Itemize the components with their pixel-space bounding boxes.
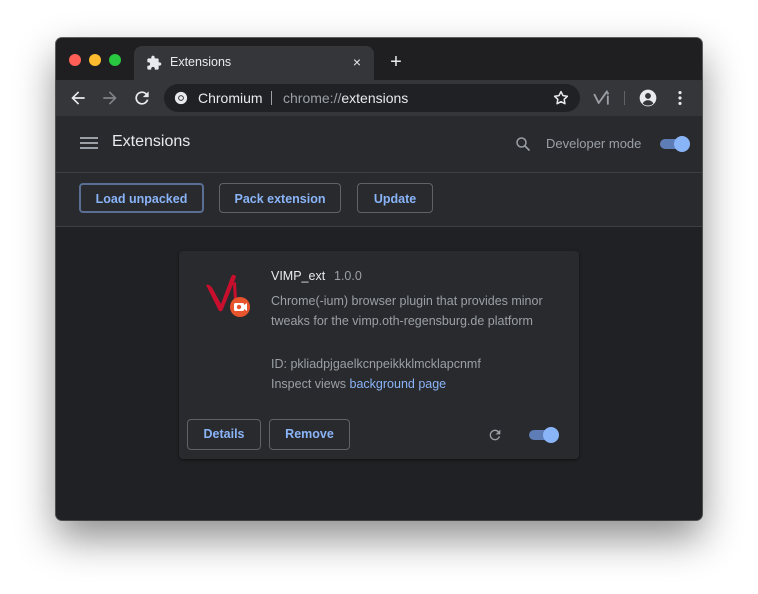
extension-description: Chrome(-ium) browser plugin that provide… — [271, 294, 543, 328]
browser-toolbar: Chromium chrome://extensions — [56, 80, 702, 116]
update-button[interactable]: Update — [357, 183, 433, 213]
toolbar-divider — [624, 91, 625, 105]
browser-window: Extensions × + Chromium chrome://extensi… — [56, 38, 702, 520]
zoom-window-button[interactable] — [109, 54, 121, 66]
tab-title: Extensions — [170, 55, 232, 69]
back-icon[interactable] — [68, 88, 88, 108]
forward-icon[interactable] — [100, 88, 120, 108]
extension-card: VIMP_ext 1.0.0 Chrome(-ium) browser plug… — [179, 251, 579, 459]
url-scheme: chrome:// — [283, 90, 342, 106]
toggle-knob — [543, 427, 559, 443]
tab-extensions[interactable]: Extensions × — [134, 46, 374, 80]
close-window-button[interactable] — [69, 54, 81, 66]
extension-enabled-toggle[interactable] — [527, 427, 559, 443]
vimp-logo-icon — [206, 274, 250, 317]
more-menu-icon[interactable] — [670, 88, 690, 108]
reload-icon[interactable] — [132, 88, 152, 108]
developer-mode-toggle[interactable] — [658, 136, 690, 152]
background-page-link[interactable]: background page — [350, 377, 447, 391]
inspect-views-label: Inspect views — [271, 377, 347, 391]
search-icon[interactable] — [514, 135, 532, 153]
extension-name: VIMP_ext — [271, 269, 326, 283]
tab-strip: Extensions × + — [56, 38, 702, 80]
bookmark-star-icon[interactable] — [552, 89, 570, 107]
minimize-window-button[interactable] — [89, 54, 101, 66]
new-tab-button[interactable]: + — [386, 52, 406, 73]
site-origin-label: Chromium — [198, 90, 263, 106]
extensions-header: Extensions Developer mode — [56, 116, 702, 173]
remove-button[interactable]: Remove — [269, 419, 350, 450]
inspect-views: Inspect views background page — [271, 377, 446, 391]
toggle-knob — [674, 136, 690, 152]
address-bar[interactable]: Chromium chrome://extensions — [164, 84, 580, 112]
url-path: extensions — [341, 90, 409, 106]
extension-id: ID: pkliadpjgaelkcnpeikkklmcklapcnmf — [271, 357, 481, 371]
extension-version: 1.0.0 — [334, 269, 362, 283]
details-button[interactable]: Details — [187, 419, 261, 450]
chromium-icon — [174, 91, 188, 105]
reload-extension-icon[interactable] — [487, 427, 503, 443]
extensions-list: VIMP_ext 1.0.0 Chrome(-ium) browser plug… — [56, 227, 702, 520]
pack-extension-button[interactable]: Pack extension — [219, 183, 341, 213]
profile-avatar-icon[interactable] — [638, 88, 658, 108]
omnibox-divider — [271, 91, 272, 105]
developer-mode-label: Developer mode — [546, 136, 642, 151]
puzzle-piece-icon — [147, 55, 162, 70]
load-unpacked-button[interactable]: Load unpacked — [79, 183, 204, 213]
vimp-extension-icon[interactable] — [592, 88, 612, 108]
hamburger-menu-icon[interactable] — [80, 135, 98, 151]
url-text[interactable]: chrome://extensions — [283, 90, 408, 106]
tab-close-button[interactable]: × — [348, 53, 366, 71]
developer-actions-bar: Load unpacked Pack extension Update — [56, 173, 702, 227]
page-title: Extensions — [112, 133, 191, 150]
